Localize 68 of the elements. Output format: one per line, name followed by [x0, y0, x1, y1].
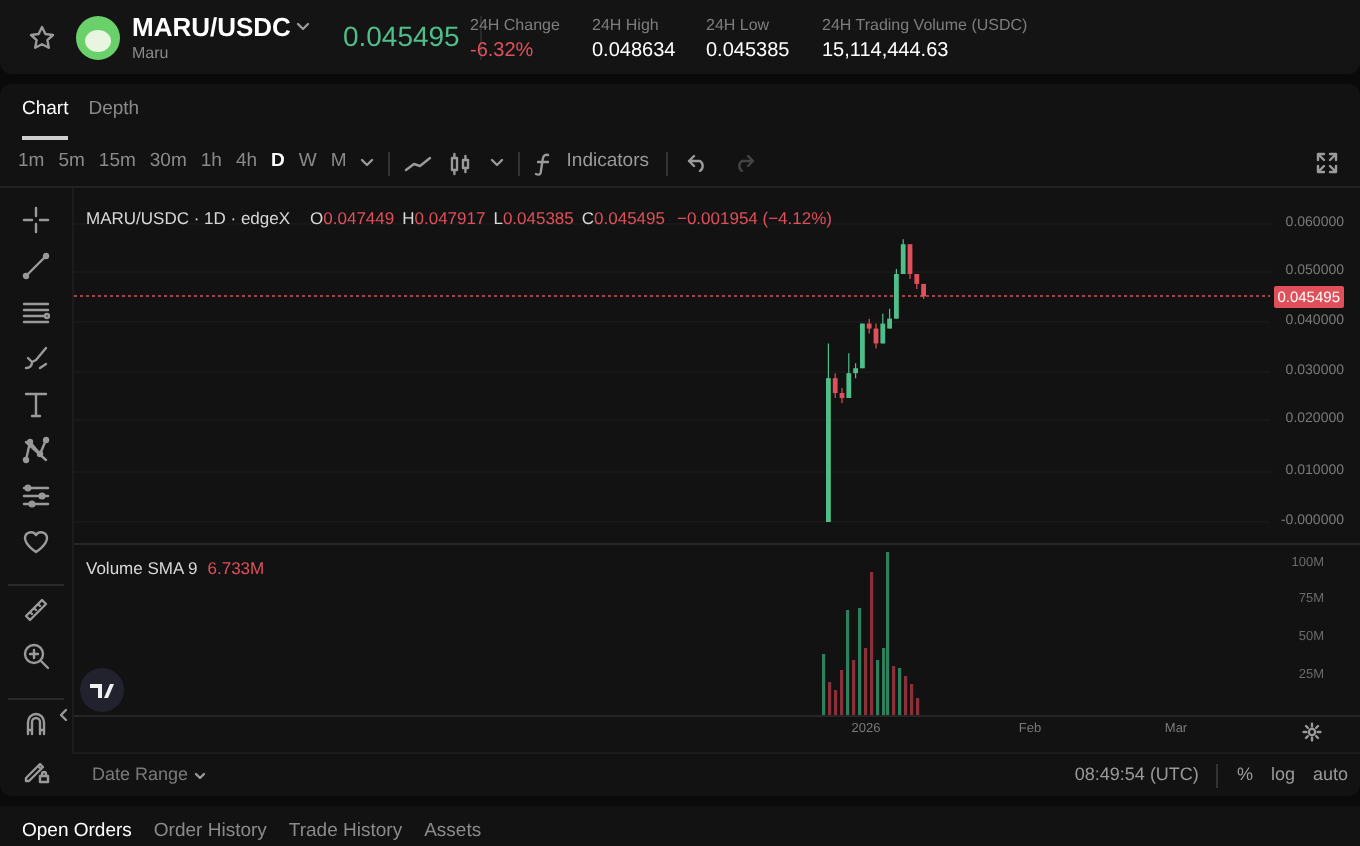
stat-label: 24H Change — [470, 18, 560, 34]
last-price: 0.045495 — [342, 18, 460, 56]
chart-tab[interactable]: Depth — [88, 95, 140, 140]
interval-button[interactable]: 5m — [52, 148, 91, 178]
ohlc-value: 0.047449 — [323, 206, 395, 232]
interval-button[interactable]: 4h — [229, 148, 264, 178]
horizontal-lines-icon[interactable] — [22, 298, 50, 326]
volume-value: 6.733M — [207, 556, 265, 582]
interval-button[interactable]: 30m — [143, 148, 193, 178]
ohlc-label: H — [402, 206, 415, 232]
orders-tab[interactable]: Order History — [153, 818, 267, 846]
trend-line-icon[interactable] — [22, 252, 50, 280]
scale-option[interactable]: auto — [1312, 761, 1348, 789]
caret-icon[interactable] — [296, 21, 311, 31]
heart-icon[interactable] — [22, 528, 50, 556]
interval-button[interactable]: D — [265, 148, 291, 178]
ohlc-label: C — [581, 206, 595, 232]
interval-button[interactable]: M — [324, 148, 353, 178]
avatar-icon — [76, 15, 120, 59]
star-icon[interactable] — [28, 23, 56, 51]
change-value: −0.001954 (−4.12%) — [676, 206, 832, 232]
clock-time: 08:49:54 (UTC) — [1074, 761, 1199, 788]
stat-value: 0.045385 — [706, 42, 790, 62]
brush-icon[interactable] — [22, 344, 50, 372]
interval-button[interactable]: 15m — [92, 148, 142, 178]
volume-label: Volume SMA 9 — [86, 556, 198, 582]
stat-value: -6.32% — [470, 42, 536, 62]
scale-option[interactable]: log — [1270, 761, 1295, 789]
ohlc-value: 0.045385 — [502, 206, 574, 232]
interval-button[interactable]: 1m — [12, 148, 51, 178]
zoom-in-icon[interactable] — [22, 642, 50, 670]
candles-icon[interactable] — [448, 151, 473, 175]
interval-button[interactable]: W — [292, 148, 323, 178]
caret-icon[interactable] — [490, 158, 505, 168]
pattern-icon[interactable] — [22, 436, 50, 464]
ohlc-label: L — [493, 206, 503, 232]
function-icon — [534, 151, 555, 175]
chart-title: MARU/USDC · 1D · edgeX — [86, 206, 291, 232]
indicators-button[interactable]: Indicators — [534, 148, 649, 178]
ruler-icon[interactable] — [22, 596, 50, 624]
collapse-icon[interactable] — [58, 708, 68, 722]
caret-icon[interactable] — [360, 158, 375, 168]
chart-tab[interactable]: Chart — [22, 95, 69, 140]
orders-tab[interactable]: Assets — [424, 818, 482, 846]
orders-tab[interactable]: Trade History — [288, 818, 403, 846]
date-range-button[interactable]: Date Range — [92, 761, 207, 789]
stat-label: 24H Trading Volume (USDC) — [822, 18, 1028, 34]
ohlc-value: 0.047917 — [414, 206, 486, 232]
text-tool-icon[interactable] — [22, 390, 50, 418]
scale-option[interactable]: % — [1236, 761, 1253, 789]
stat-value: 15,114,444.63 — [822, 42, 951, 62]
line-chart-icon[interactable] — [404, 153, 433, 173]
stat-label: 24H Low — [706, 18, 772, 34]
caret-icon — [194, 771, 207, 779]
crosshair-icon[interactable] — [22, 206, 50, 234]
interval-button[interactable]: 1h — [194, 148, 228, 178]
ohlc-value: 0.045495 — [594, 206, 665, 232]
undo-icon[interactable] — [686, 154, 709, 172]
stat-label: 24H High — [592, 18, 661, 34]
stat-value: 0.048634 — [592, 42, 676, 62]
fullscreen-icon[interactable] — [1316, 152, 1338, 174]
settings-icon[interactable] — [1302, 722, 1322, 742]
orders-tab[interactable]: Open Orders — [22, 818, 132, 846]
sliders-icon[interactable] — [22, 482, 50, 510]
pair-name[interactable]: MARU/USDC — [132, 13, 291, 39]
token-name: Maru — [132, 45, 171, 61]
magnet-icon[interactable] — [22, 710, 50, 738]
ohlc-label: O — [310, 206, 324, 232]
